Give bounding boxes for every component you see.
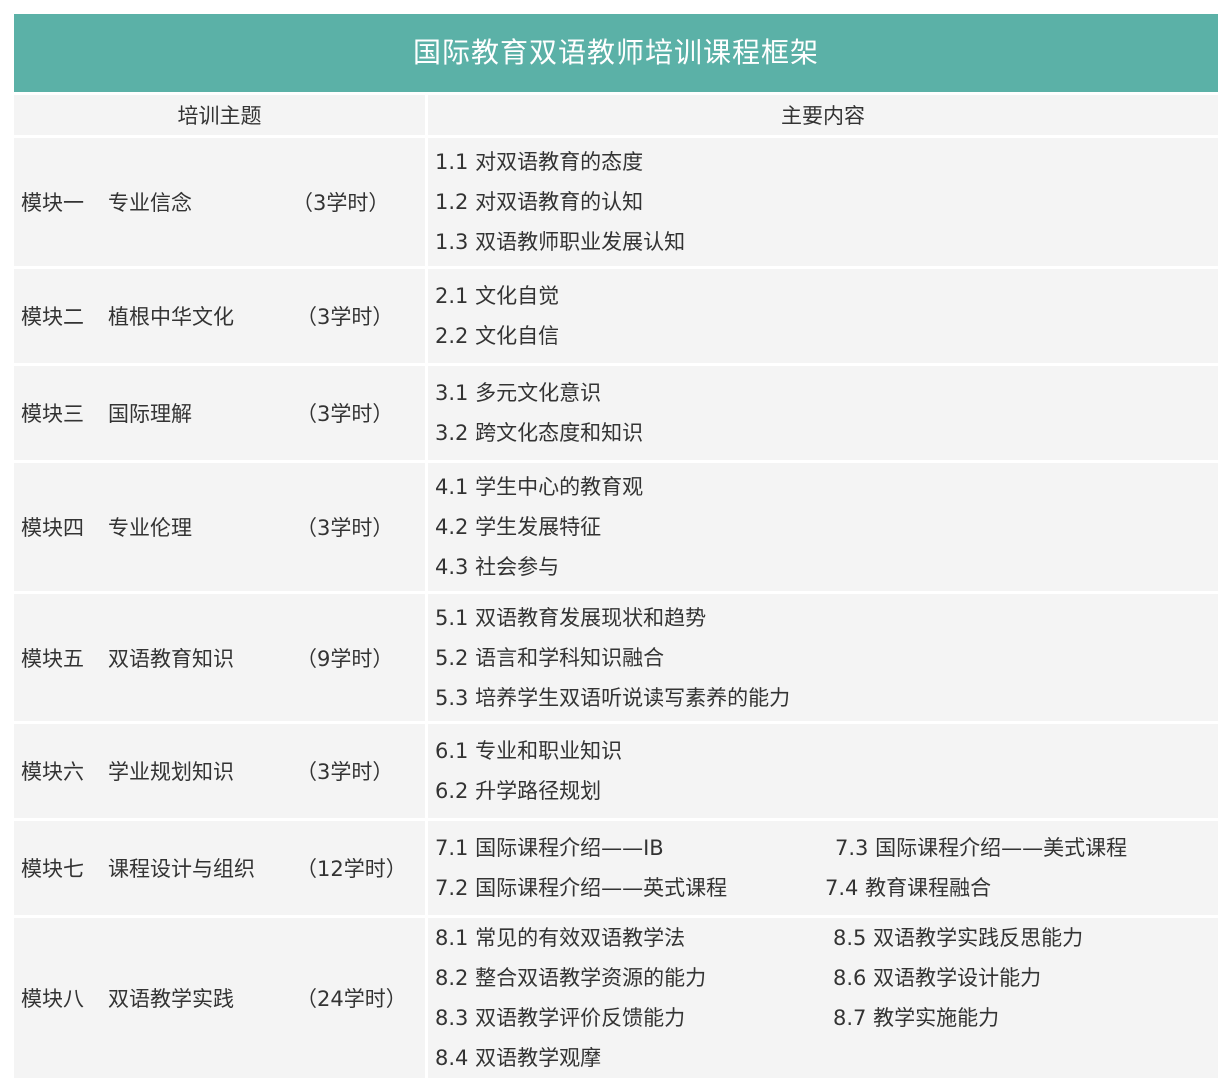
module-cell: 模块五 双语教育知识 （9学时） [14, 594, 428, 721]
page-title: 国际教育双语教师培训课程框架 [14, 14, 1218, 92]
module-name: 学业规划知识 [108, 760, 234, 784]
module-id: 模块八 [21, 987, 84, 1011]
module-cell: 模块三 国际理解 （3学时） [14, 366, 428, 460]
content-cell: 2.1 文化自觉 2.2 文化自信 [428, 269, 1218, 363]
content-item: 8.6 双语教学设计能力 [833, 966, 1042, 990]
content-cell: 1.1 对双语教育的态度 1.2 对双语教育的认知 1.3 双语教师职业发展认知 [428, 138, 1218, 266]
module-name: 专业信念 [108, 191, 192, 215]
content-item: 3.2 跨文化态度和知识 [435, 421, 644, 445]
content-item: 7.4 教育课程融合 [825, 876, 992, 900]
content-cell: 4.1 学生中心的教育观 4.2 学生发展特征 4.3 社会参与 [428, 463, 1218, 591]
module-name: 专业伦理 [108, 516, 192, 540]
table-row: 模块八 双语教学实践 （24学时） 8.1 常见的有效双语教学法 8.5 双语教… [14, 918, 1218, 1078]
module-name: 国际理解 [108, 402, 192, 426]
module-hours: （24学时） [296, 987, 407, 1011]
module-hours: （3学时） [296, 402, 394, 426]
content-item: 8.3 双语教学评价反馈能力 [435, 1006, 686, 1030]
content-item: 4.3 社会参与 [435, 555, 560, 579]
module-hours: （3学时） [296, 516, 394, 540]
table-row: 模块一 专业信念 （3学时） 1.1 对双语教育的态度 1.2 对双语教育的认知… [14, 138, 1218, 269]
module-name: 植根中华文化 [108, 305, 234, 329]
header-main-content: 主要内容 [428, 95, 1218, 135]
module-id: 模块七 [21, 857, 84, 881]
content-cell: 5.1 双语教育发展现状和趋势 5.2 语言和学科知识融合 5.3 培养学生双语… [428, 594, 1218, 721]
module-hours: （3学时） [296, 305, 394, 329]
module-cell: 模块二 植根中华文化 （3学时） [14, 269, 428, 363]
table-header: 培训主题 主要内容 [14, 95, 1218, 138]
module-name: 课程设计与组织 [108, 857, 255, 881]
content-item: 6.1 专业和职业知识 [435, 739, 623, 763]
module-cell: 模块四 专业伦理 （3学时） [14, 463, 428, 591]
content-item: 1.2 对双语教育的认知 [435, 190, 644, 214]
module-cell: 模块六 学业规划知识 （3学时） [14, 724, 428, 818]
course-table: 培训主题 主要内容 模块一 专业信念 （3学时） 1.1 对双语教育的态度 1.… [14, 95, 1218, 1078]
module-hours: （3学时） [292, 191, 390, 215]
module-cell: 模块八 双语教学实践 （24学时） [14, 918, 428, 1078]
table-row: 模块三 国际理解 （3学时） 3.1 多元文化意识 3.2 跨文化态度和知识 [14, 366, 1218, 463]
content-item: 4.1 学生中心的教育观 [435, 475, 644, 499]
module-cell: 模块一 专业信念 （3学时） [14, 138, 428, 266]
module-hours: （3学时） [296, 760, 394, 784]
content-item: 2.2 文化自信 [435, 324, 560, 348]
content-item: 2.1 文化自觉 [435, 284, 560, 308]
content-cell: 7.1 国际课程介绍——IB 7.3 国际课程介绍——美式课程 7.2 国际课程… [428, 821, 1218, 915]
module-hours: （12学时） [296, 857, 407, 881]
content-item: 6.2 升学路径规划 [435, 779, 602, 803]
content-item: 7.2 国际课程介绍——英式课程 [435, 876, 728, 900]
module-id: 模块二 [21, 305, 84, 329]
module-id: 模块四 [21, 516, 84, 540]
table-row: 模块七 课程设计与组织 （12学时） 7.1 国际课程介绍——IB 7.3 国际… [14, 821, 1218, 918]
content-item: 1.3 双语教师职业发展认知 [435, 230, 686, 254]
module-id: 模块五 [21, 646, 84, 671]
module-name: 双语教育知识 [108, 646, 234, 671]
module-id: 模块一 [21, 191, 84, 215]
header-training-topic: 培训主题 [14, 95, 428, 135]
content-item: 8.5 双语教学实践反思能力 [833, 926, 1084, 950]
module-name: 双语教学实践 [108, 987, 234, 1011]
content-item: 8.2 整合双语教学资源的能力 [435, 966, 707, 990]
table-row: 模块四 专业伦理 （3学时） 4.1 学生中心的教育观 4.2 学生发展特征 4… [14, 463, 1218, 594]
course-framework: 国际教育双语教师培训课程框架 培训主题 主要内容 模块一 专业信念 （3学时） … [14, 14, 1218, 1078]
table-row: 模块二 植根中华文化 （3学时） 2.1 文化自觉 2.2 文化自信 [14, 269, 1218, 366]
content-item: 4.2 学生发展特征 [435, 515, 602, 539]
content-item: 5.2 语言和学科知识融合 [435, 645, 665, 670]
table-row: 模块五 双语教育知识 （9学时） 5.1 双语教育发展现状和趋势 5.2 语言和… [14, 594, 1218, 724]
module-cell: 模块七 课程设计与组织 （12学时） [14, 821, 428, 915]
content-cell: 6.1 专业和职业知识 6.2 升学路径规划 [428, 724, 1218, 818]
content-item: 7.1 国际课程介绍——IB [435, 836, 664, 860]
content-item: 8.4 双语教学观摩 [435, 1046, 602, 1070]
content-item: 3.1 多元文化意识 [435, 381, 602, 405]
module-id: 模块六 [21, 760, 84, 784]
content-item: 8.7 教学实施能力 [833, 1006, 1000, 1030]
content-item: 8.1 常见的有效双语教学法 [435, 926, 686, 950]
content-item: 1.1 对双语教育的态度 [435, 150, 644, 174]
table-row: 模块六 学业规划知识 （3学时） 6.1 专业和职业知识 6.2 升学路径规划 [14, 724, 1218, 821]
content-item: 5.3 培养学生双语听说读写素养的能力 [435, 685, 791, 710]
content-cell: 3.1 多元文化意识 3.2 跨文化态度和知识 [428, 366, 1218, 460]
content-two-column: 7.1 国际课程介绍——IB 7.3 国际课程介绍——美式课程 7.2 国际课程… [435, 828, 1218, 908]
content-item: 7.3 国际课程介绍——美式课程 [835, 836, 1128, 860]
module-hours: （9学时） [296, 646, 394, 671]
content-two-column: 8.1 常见的有效双语教学法 8.5 双语教学实践反思能力 8.2 整合双语教学… [435, 918, 1218, 1078]
module-id: 模块三 [21, 402, 84, 426]
content-cell: 8.1 常见的有效双语教学法 8.5 双语教学实践反思能力 8.2 整合双语教学… [428, 918, 1218, 1078]
content-item: 5.1 双语教育发展现状和趋势 [435, 605, 707, 630]
